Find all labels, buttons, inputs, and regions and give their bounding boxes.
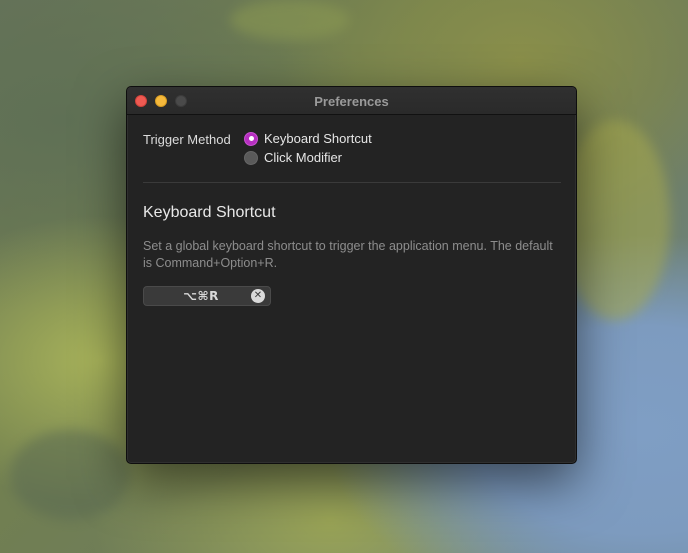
radio-option-click-modifier[interactable]: Click Modifier bbox=[244, 150, 372, 165]
preferences-window: Preferences Trigger Method Keyboard Shor… bbox=[126, 86, 577, 464]
wallpaper-streak bbox=[10, 430, 130, 520]
radio-label-click-modifier[interactable]: Click Modifier bbox=[264, 150, 342, 165]
trigger-method-label: Trigger Method bbox=[143, 132, 231, 147]
window-title: Preferences bbox=[314, 94, 389, 109]
trigger-method-radio-group: Keyboard Shortcut Click Modifier bbox=[244, 131, 372, 165]
clear-shortcut-icon[interactable]: ✕ bbox=[251, 289, 265, 303]
section-description: Set a global keyboard shortcut to trigge… bbox=[143, 239, 553, 270]
radio-option-keyboard-shortcut[interactable]: Keyboard Shortcut bbox=[244, 131, 372, 146]
wallpaper-streak bbox=[230, 0, 350, 40]
preferences-content: Trigger Method Keyboard Shortcut Click M… bbox=[127, 115, 576, 306]
radio-unselected-icon[interactable] bbox=[244, 150, 258, 165]
section-heading: Keyboard Shortcut bbox=[143, 204, 276, 221]
radio-selected-icon[interactable] bbox=[244, 131, 258, 146]
title-bar[interactable]: Preferences bbox=[127, 87, 576, 115]
shortcut-value: ⌥⌘R bbox=[183, 289, 219, 303]
section-divider bbox=[143, 182, 561, 183]
radio-label-keyboard-shortcut[interactable]: Keyboard Shortcut bbox=[264, 131, 372, 146]
trigger-method-row: Trigger Method Keyboard Shortcut Click M… bbox=[143, 131, 560, 165]
shortcut-recorder-field[interactable]: ⌥⌘R ✕ bbox=[143, 286, 271, 306]
